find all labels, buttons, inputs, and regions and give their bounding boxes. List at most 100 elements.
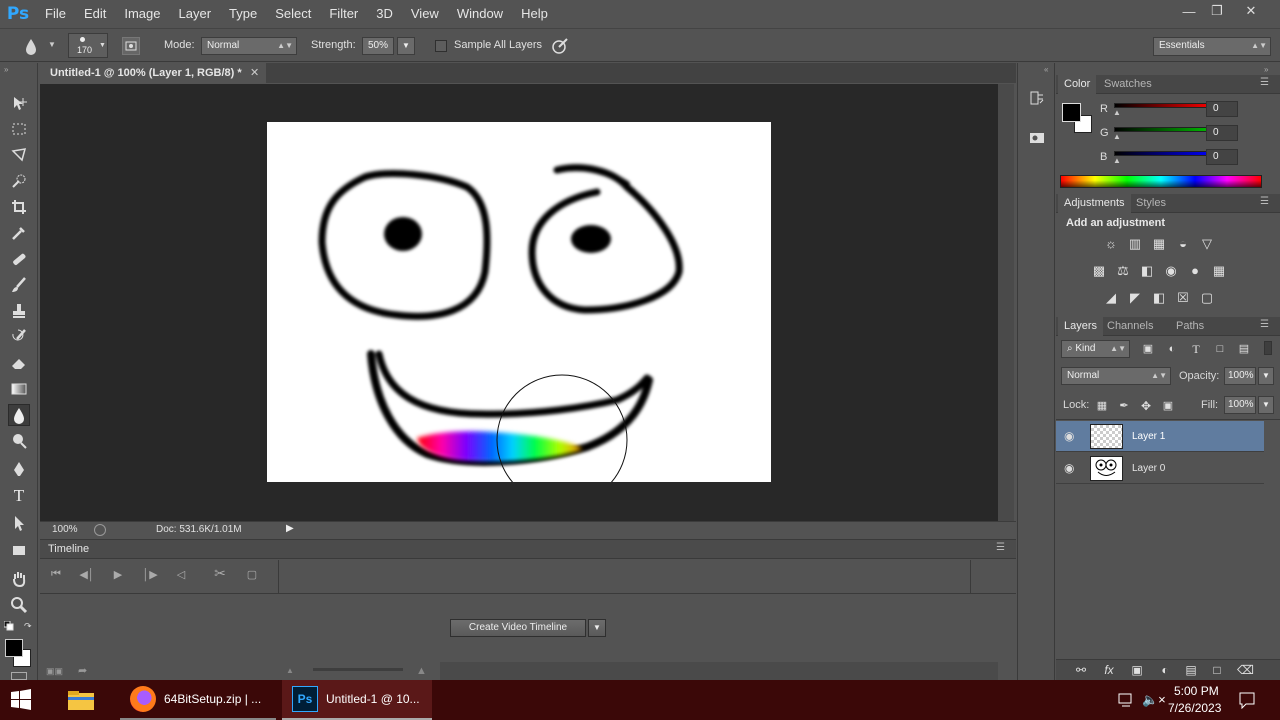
- panel-menu-icon[interactable]: ☰: [1260, 319, 1269, 330]
- color-lookup-icon[interactable]: ▦: [1211, 264, 1227, 278]
- opacity-input[interactable]: 100%: [1224, 367, 1256, 385]
- channel-b-input[interactable]: 0: [1206, 149, 1238, 165]
- close-icon[interactable]: ✕: [1234, 0, 1268, 22]
- opacity-slider-button[interactable]: ▼: [1258, 367, 1274, 385]
- hue-saturation-icon[interactable]: ▩: [1091, 264, 1107, 278]
- menu-select[interactable]: Select: [266, 0, 320, 28]
- posterize-icon[interactable]: ◤: [1127, 291, 1143, 305]
- lock-transparent-icon[interactable]: ▦: [1094, 399, 1110, 413]
- channel-r-slider[interactable]: [1114, 103, 1214, 108]
- timeline-title[interactable]: Timeline: [48, 543, 89, 555]
- stamp-tool-icon[interactable]: [8, 300, 30, 322]
- tab-swatches[interactable]: Swatches: [1098, 75, 1158, 94]
- transition-icon[interactable]: ▢: [242, 568, 262, 584]
- create-video-timeline-button[interactable]: Create Video Timeline: [450, 619, 586, 637]
- workspace-select[interactable]: Essentials ▲▼: [1153, 37, 1271, 56]
- zoom-level[interactable]: 100%: [52, 524, 78, 535]
- menu-3d[interactable]: 3D: [367, 0, 402, 28]
- document-tab[interactable]: Untitled-1 @ 100% (Layer 1, RGB/8) * ✕: [40, 63, 266, 83]
- channel-mixer-icon[interactable]: ●: [1187, 264, 1203, 278]
- healing-brush-tool-icon[interactable]: [8, 248, 30, 270]
- clock-date[interactable]: 7/26/2023: [1168, 701, 1221, 715]
- selective-color-icon[interactable]: ☒: [1175, 291, 1191, 305]
- chevron-down-icon[interactable]: ▼: [588, 619, 606, 637]
- tab-layers[interactable]: Layers: [1058, 317, 1104, 336]
- link-layers-icon[interactable]: ⚯: [1073, 663, 1089, 677]
- fill-input[interactable]: 100%: [1224, 396, 1256, 414]
- dodge-tool-icon[interactable]: [8, 430, 30, 452]
- timeline-zoom-slider[interactable]: [313, 668, 403, 671]
- curves-icon[interactable]: ▦: [1151, 237, 1167, 251]
- strength-slider-button[interactable]: ▼: [397, 37, 415, 55]
- fill-slider-button[interactable]: ▼: [1258, 396, 1274, 414]
- vibrance-icon[interactable]: ▽: [1199, 237, 1215, 251]
- brush-size-picker[interactable]: 170 ▼: [68, 33, 108, 58]
- slider-thumb-icon[interactable]: ▲: [1113, 108, 1121, 117]
- hand-tool-icon[interactable]: [8, 568, 30, 590]
- first-frame-icon[interactable]: ⏮: [46, 568, 66, 584]
- audio-icon[interactable]: ◁: [171, 568, 191, 584]
- foreground-color-swatch[interactable]: [5, 639, 23, 657]
- mode-select[interactable]: Normal ▲▼: [201, 37, 297, 55]
- expand-icon[interactable]: «: [1044, 65, 1048, 74]
- layer-row-layer-0[interactable]: ◉ Layer 0: [1056, 453, 1264, 484]
- panel-menu-icon[interactable]: ☰: [1260, 77, 1269, 88]
- color-balance-icon[interactable]: ⚖: [1115, 264, 1131, 278]
- eye-icon[interactable]: ◉: [1064, 461, 1074, 475]
- levels-icon[interactable]: ▥: [1127, 237, 1143, 251]
- channel-g-slider[interactable]: [1114, 127, 1214, 132]
- vertical-scrollbar[interactable]: [998, 84, 1014, 521]
- menu-filter[interactable]: Filter: [320, 0, 367, 28]
- menu-view[interactable]: View: [402, 0, 448, 28]
- pressure-icon[interactable]: [550, 36, 570, 56]
- close-tab-icon[interactable]: ✕: [250, 63, 259, 83]
- layer-filter-select[interactable]: ⌕ Kind ▲▼: [1061, 340, 1130, 358]
- eye-icon[interactable]: ◉: [1064, 429, 1074, 443]
- channel-b-slider[interactable]: [1114, 151, 1214, 156]
- lock-all-icon[interactable]: ▣: [1160, 399, 1176, 413]
- layer-style-icon[interactable]: fx: [1101, 663, 1117, 677]
- photo-filter-icon[interactable]: ◉: [1163, 264, 1179, 278]
- blur-tool-preset-icon[interactable]: [22, 37, 40, 55]
- tab-styles[interactable]: Styles: [1130, 194, 1172, 213]
- properties-panel-icon[interactable]: [1028, 129, 1046, 147]
- marquee-tool-icon[interactable]: [8, 118, 30, 140]
- restore-icon[interactable]: ❐: [1200, 0, 1234, 22]
- taskbar-firefox[interactable]: 64BitSetup.zip | ...: [120, 680, 276, 720]
- convert-icon[interactable]: ➦: [78, 664, 87, 677]
- blur-tool-icon[interactable]: [8, 404, 30, 426]
- play-icon[interactable]: ▶: [108, 568, 128, 584]
- notifications-icon[interactable]: [1238, 691, 1256, 710]
- eyedropper-tool-icon[interactable]: [8, 222, 30, 244]
- layer-name[interactable]: Layer 0: [1132, 463, 1165, 474]
- zoom-in-icon[interactable]: ▲: [416, 665, 427, 677]
- windows-start-icon[interactable]: [10, 689, 34, 711]
- menu-file[interactable]: File: [36, 0, 75, 28]
- filter-toggle[interactable]: [1264, 341, 1272, 355]
- timeline-scrollbar[interactable]: [440, 662, 998, 681]
- gradient-map-icon[interactable]: ▢: [1199, 291, 1215, 305]
- render-icon[interactable]: ▣▣: [46, 666, 63, 677]
- brush-tool-icon[interactable]: [8, 274, 30, 296]
- file-explorer-icon[interactable]: [66, 688, 98, 712]
- collapse-icon[interactable]: »: [1264, 65, 1268, 74]
- default-colors-icon[interactable]: [3, 620, 14, 631]
- zoom-tool-icon[interactable]: [8, 594, 30, 616]
- lock-position-icon[interactable]: ✥: [1138, 399, 1154, 413]
- menu-image[interactable]: Image: [115, 0, 169, 28]
- next-frame-icon[interactable]: │▶: [140, 568, 160, 584]
- clock-time[interactable]: 5:00 PM: [1174, 684, 1219, 698]
- layer-row-layer-1[interactable]: ◉ Layer 1: [1056, 421, 1264, 452]
- pen-tool-icon[interactable]: [8, 458, 30, 480]
- rectangle-tool-icon[interactable]: [8, 539, 30, 561]
- path-selection-tool-icon[interactable]: [8, 512, 30, 534]
- history-panel-icon[interactable]: [1028, 89, 1046, 107]
- blend-mode-select[interactable]: Normal ▲▼: [1061, 367, 1171, 385]
- brush-panel-toggle-icon[interactable]: [122, 37, 140, 55]
- new-layer-icon[interactable]: □: [1209, 663, 1225, 677]
- exposure-icon[interactable]: ◒: [1175, 237, 1191, 251]
- trash-icon[interactable]: ⌫: [1237, 663, 1254, 677]
- gradient-tool-icon[interactable]: [8, 378, 30, 400]
- panel-menu-icon[interactable]: ☰: [1260, 196, 1269, 207]
- quick-mask-icon[interactable]: [11, 672, 27, 680]
